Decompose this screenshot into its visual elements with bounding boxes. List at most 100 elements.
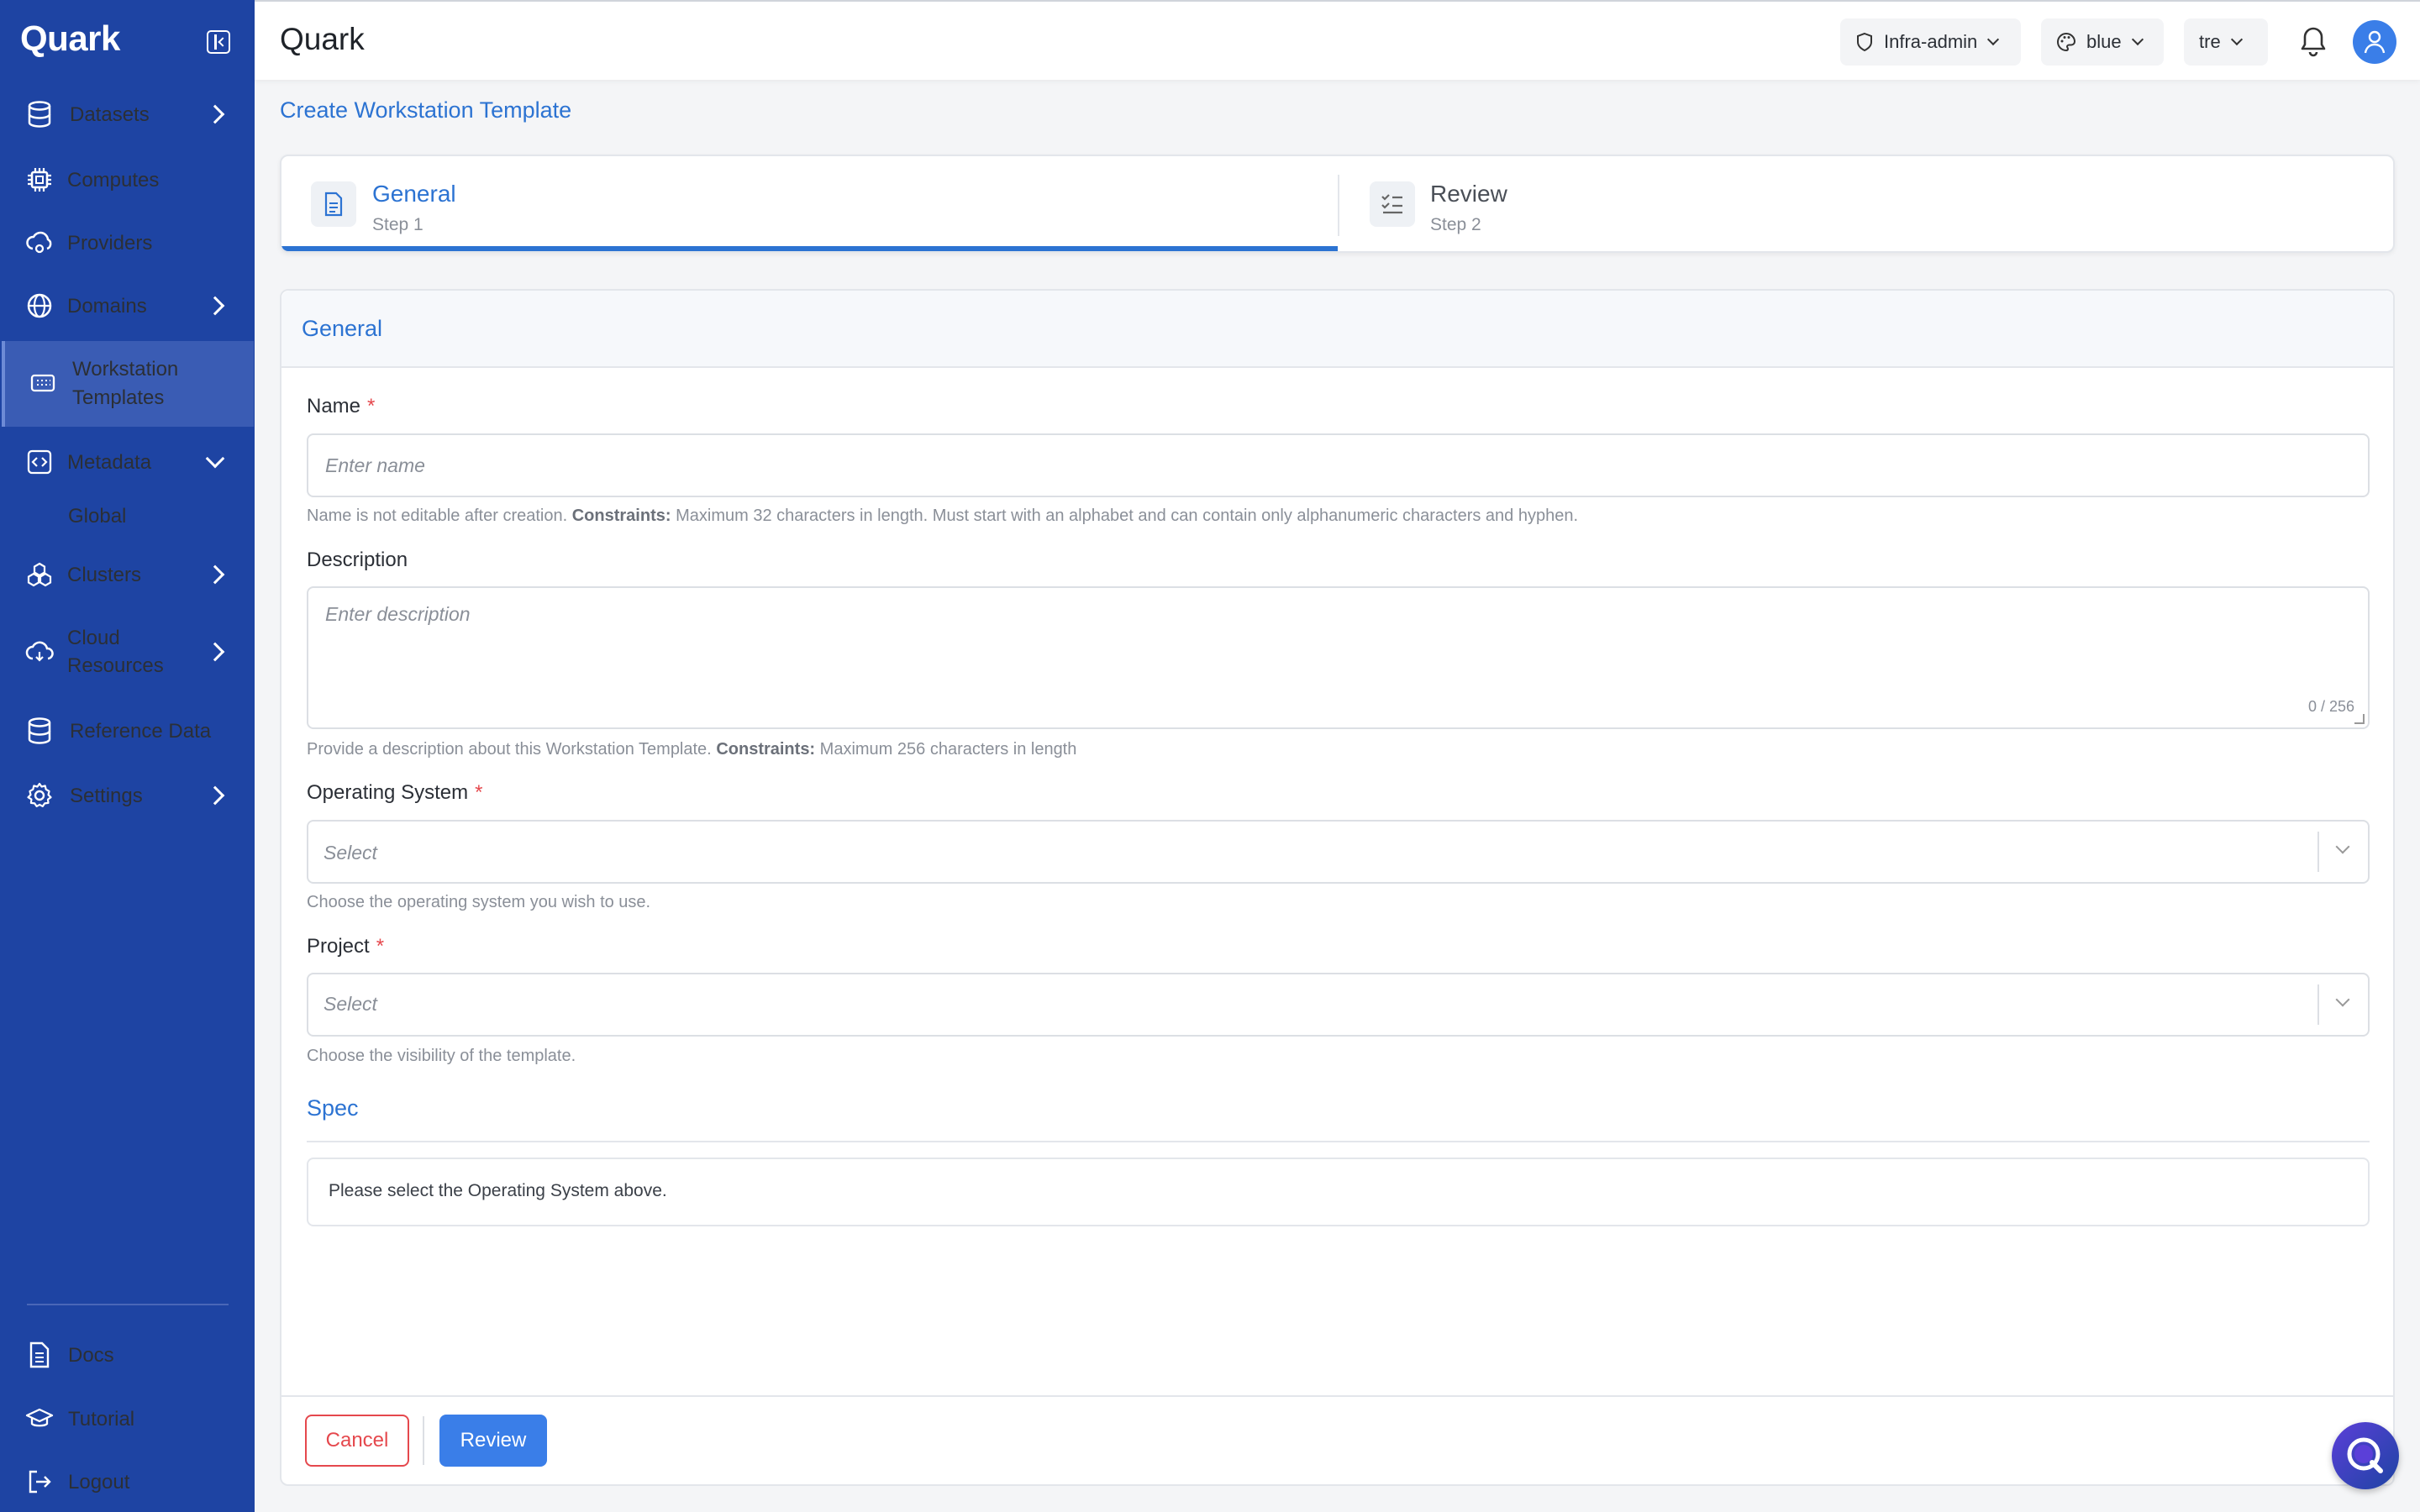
sidebar-item-global[interactable]: Global (0, 501, 255, 531)
spec-divider (307, 1141, 2370, 1142)
chevron-down-icon (2335, 992, 2350, 1007)
required-mark: * (475, 781, 483, 804)
step-subtitle: Step 1 (372, 215, 424, 234)
chat-bubble-icon (2347, 1437, 2383, 1473)
cloud-provider-icon (25, 228, 54, 257)
sidebar-item-label: Tutorial (68, 1407, 135, 1431)
project-placeholder: Select (324, 993, 377, 1015)
sidebar-item-computes[interactable]: Computes (0, 165, 255, 195)
name-label-text: Name (307, 395, 361, 417)
required-mark: * (376, 935, 385, 958)
top-bar: Quark Infra-admin blue tre (255, 0, 2420, 80)
chevron-right-icon (205, 642, 225, 662)
name-help: Name is not editable after creation. Con… (307, 507, 1578, 526)
bell-icon[interactable] (2295, 24, 2332, 60)
os-select[interactable]: Select (307, 820, 2370, 884)
select-separator (2317, 984, 2319, 1025)
step-progress-bar (281, 246, 1338, 251)
project-select[interactable]: Select (307, 973, 2370, 1037)
description-input[interactable]: Enter description 0 / 256 (307, 586, 2370, 729)
sidebar-item-label: Providers (67, 231, 153, 255)
shield-icon (1857, 32, 1872, 52)
sidebar-item-domains[interactable]: Domains (0, 291, 255, 321)
sidebar-item-label: Metadata (67, 450, 152, 474)
sidebar-item-clusters[interactable]: Clusters (0, 559, 255, 590)
chat-support-button[interactable] (2332, 1422, 2399, 1489)
name-help-text: Name is not editable after creation. (307, 507, 568, 525)
description-help-constraints-text: Maximum 256 characters in length (819, 740, 1077, 759)
code-bracket-icon (25, 448, 54, 476)
logout-icon (25, 1467, 54, 1496)
chevron-down-icon (2230, 33, 2243, 46)
chevron-down-icon (1987, 33, 2000, 46)
sidebar-item-label: Cloud Resources (67, 627, 164, 677)
sidebar-item-label: Logout (68, 1470, 130, 1494)
sidebar-item-settings[interactable]: Settings (0, 780, 255, 811)
sidebar-item-label: Datasets (70, 102, 150, 126)
description-help: Provide a description about this Worksta… (307, 740, 1076, 759)
chevron-right-icon (205, 564, 225, 585)
sidebar-item-logout[interactable]: Logout (0, 1467, 255, 1497)
sidebar-item-label: Clusters (67, 563, 142, 586)
document-icon (311, 181, 356, 227)
sidebar-item-reference-data[interactable]: Reference Data (0, 716, 255, 746)
sidebar-item-cloud-resources[interactable]: Cloud Resources (0, 622, 255, 682)
description-placeholder: Enter description (325, 603, 471, 625)
step-title: Review (1430, 181, 1507, 207)
document-icon (25, 1341, 54, 1369)
gear-icon (25, 781, 54, 810)
section-title: General (302, 316, 383, 341)
database-icon (25, 100, 54, 129)
name-help-constraints: Constraints: (571, 507, 671, 525)
graduation-cap-icon (25, 1404, 54, 1433)
workspace-dropdown[interactable]: tre (2184, 18, 2268, 66)
resize-handle-icon[interactable] (2354, 714, 2365, 724)
step-subtitle: Step 2 (1430, 215, 1481, 234)
cluster-icon (25, 560, 54, 589)
sidebar-item-docs[interactable]: Docs (0, 1340, 255, 1370)
database-icon (25, 717, 54, 745)
sidebar: Quark Datasets Computes Providers Domain… (0, 0, 255, 1512)
review-button[interactable]: Review (439, 1415, 547, 1467)
cancel-button[interactable]: Cancel (305, 1415, 409, 1467)
spec-message: Please select the Operating System above… (329, 1181, 667, 1200)
os-label: Operating System * (307, 781, 482, 805)
stepper: General Step 1 Review Step 2 (280, 155, 2395, 253)
select-separator (2317, 832, 2319, 872)
name-input[interactable]: Enter name (307, 433, 2370, 497)
sidebar-item-metadata[interactable]: Metadata (0, 447, 255, 477)
brand-logo[interactable]: Quark (20, 18, 120, 59)
workstation-icon (29, 370, 57, 398)
sidebar-divider (27, 1304, 229, 1305)
name-help-constraints-text: Maximum 32 characters in length. Must st… (676, 507, 1579, 525)
step-general[interactable]: General Step 1 (281, 156, 1338, 251)
description-help-constraints: Constraints: (716, 740, 816, 759)
sidebar-item-label: Reference Data (70, 719, 212, 743)
palette-icon (2057, 32, 2076, 52)
step-review[interactable]: Review Step 2 (1339, 156, 2393, 251)
sidebar-item-label: Docs (68, 1343, 114, 1367)
chevron-right-icon (205, 296, 225, 316)
sidebar-item-providers[interactable]: Providers (0, 228, 255, 258)
collapse-sidebar-icon[interactable] (207, 30, 230, 54)
sidebar-item-tutorial[interactable]: Tutorial (0, 1404, 255, 1434)
button-separator (423, 1416, 424, 1465)
sidebar-item-datasets[interactable]: Datasets (0, 99, 255, 129)
sidebar-item-label: Settings (70, 784, 143, 807)
theme-dropdown[interactable]: blue (2041, 18, 2164, 66)
step-title: General (372, 181, 456, 207)
name-label: Name * (307, 395, 375, 418)
project-help: Choose the visibility of the template. (307, 1047, 576, 1065)
theme-label: blue (2086, 31, 2122, 52)
os-help: Choose the operating system you wish to … (307, 893, 651, 911)
os-placeholder: Select (324, 842, 377, 864)
chevron-right-icon (205, 104, 225, 124)
role-dropdown[interactable]: Infra-admin (1840, 18, 2021, 66)
sidebar-item-workstation-templates[interactable]: Workstation Templates (2, 341, 254, 427)
sidebar-item-label: Workstation Templates (72, 358, 179, 409)
user-icon (2364, 30, 2386, 54)
checklist-icon (1370, 181, 1415, 227)
footer-divider (281, 1395, 2393, 1397)
chevron-right-icon (205, 785, 225, 806)
avatar[interactable] (2353, 20, 2396, 64)
